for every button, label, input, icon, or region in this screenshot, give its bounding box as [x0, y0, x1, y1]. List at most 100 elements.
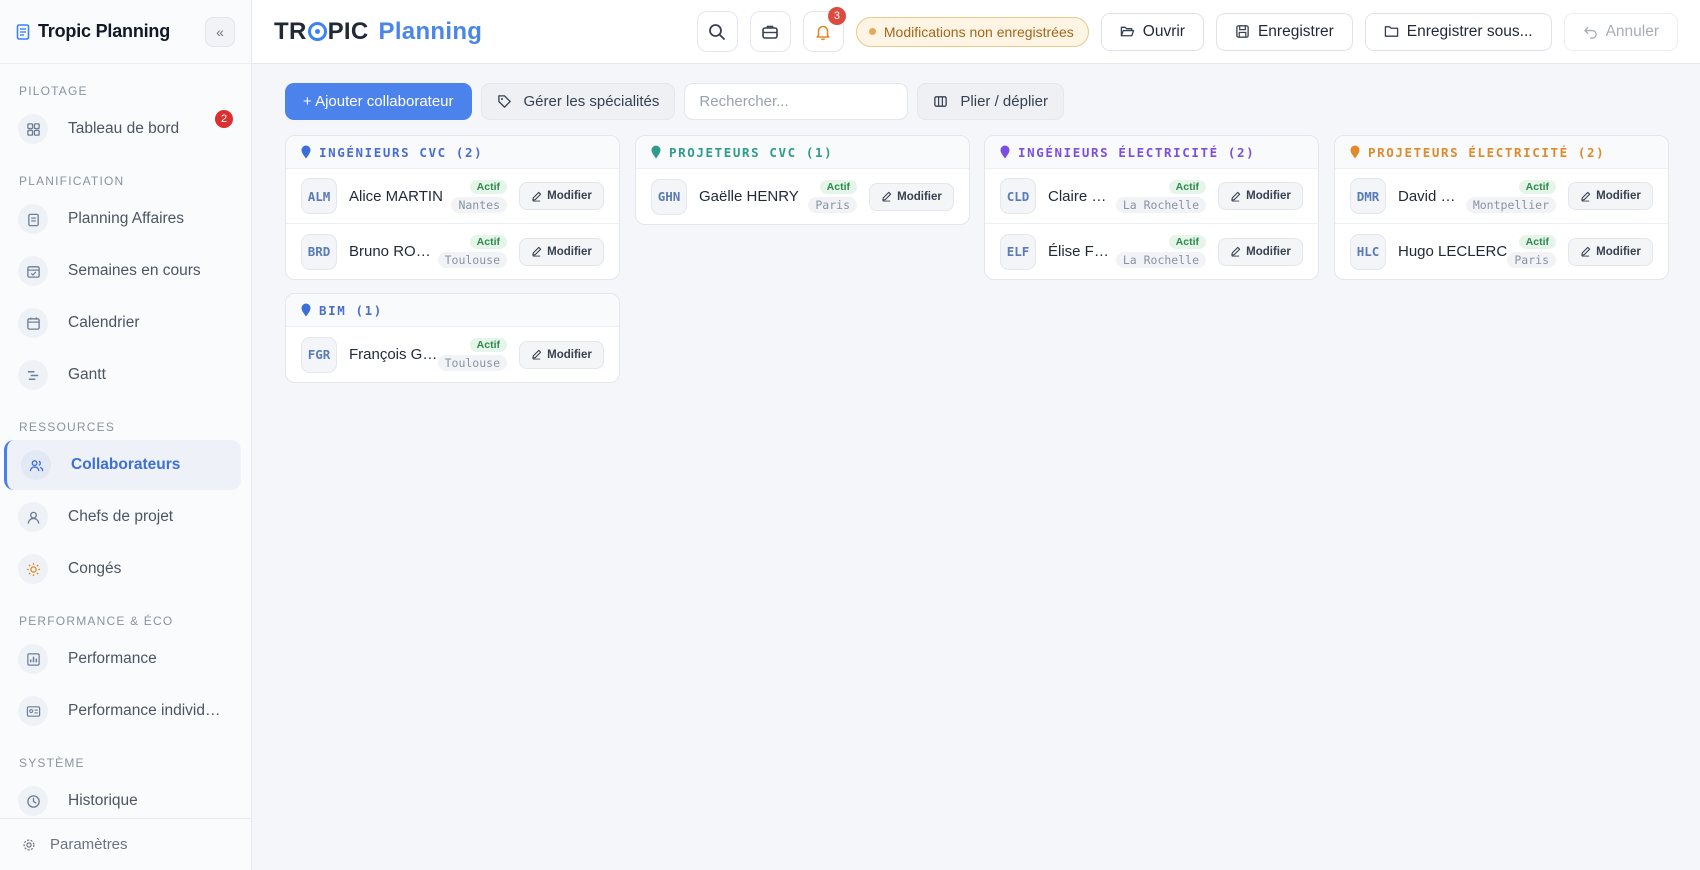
group-header[interactable]: PROJETEURS CVC (1) [636, 136, 969, 169]
open-button[interactable]: Ouvrir [1100, 12, 1204, 51]
group-title: BIM (1) [319, 302, 383, 318]
modify-button[interactable]: Modifier [1568, 182, 1653, 210]
avatar: BRD [301, 233, 337, 270]
modify-button[interactable]: Modifier [1568, 237, 1653, 266]
settings-link[interactable]: Paramètres [0, 818, 252, 870]
calendar-check-icon [18, 256, 48, 286]
collaborator-row[interactable]: GHN Gaëlle HENRY Actif Paris Modifier [636, 169, 969, 224]
sidebar-item-label: Semaines en cours [68, 262, 201, 279]
sidebar-item-chefs-de-projet[interactable]: Chefs de projet [4, 492, 241, 542]
modify-button[interactable]: Modifier [869, 182, 954, 211]
modify-button[interactable]: Modifier [519, 237, 604, 266]
modify-button[interactable]: Modifier [1218, 182, 1303, 210]
columns-icon [934, 96, 948, 107]
save-label: Enregistrer [1257, 22, 1334, 40]
brand-text-b: PIC [327, 17, 369, 45]
collaborator-row[interactable]: CLD Claire DUBOIS Actif La Rochelle Modifier [985, 169, 1318, 224]
collaborator-name: Gaëlle HENRY [699, 188, 799, 205]
sidebar-item-label: Collaborateurs [71, 456, 181, 473]
modify-label: Modifier [547, 348, 592, 361]
map-pin-icon [651, 145, 661, 159]
city-badge: Nantes [451, 196, 507, 213]
pencil-icon [1581, 246, 1591, 257]
collaborator-name: Alice MARTIN [349, 187, 443, 205]
status-badge: Actif [469, 338, 507, 352]
folder-open-icon [1120, 26, 1135, 37]
unsaved-changes-badge: Modifications non enregistrées [855, 16, 1089, 47]
fold-unfold-button[interactable]: Plier / déplier [917, 83, 1064, 120]
brand-text-a: TR [274, 17, 307, 45]
group-title: PROJETEURS CVC (1) [669, 144, 834, 160]
content-toolbar: + Ajouter collaborateur Gérer les spécia… [285, 83, 1064, 120]
undo-button[interactable]: Annuler [1563, 12, 1678, 51]
projects-button[interactable] [749, 11, 791, 52]
notifications-button[interactable]: 3 [802, 7, 846, 52]
modify-label: Modifier [547, 245, 592, 258]
collaborator-meta: Actif La Rochelle [1115, 179, 1206, 213]
collaborator-row[interactable]: DMR David MOREAU Actif Montpellier Modifier [1335, 169, 1668, 224]
modify-button[interactable]: Modifier [519, 340, 604, 369]
search-icon [709, 23, 726, 40]
save-as-button[interactable]: Enregistrer sous... [1364, 12, 1552, 51]
sidebar: Tropic Planning « PILOTAGE Tableau de bor… [0, 0, 252, 870]
group-title: INGÉNIEURS ÉLECTRICITÉ (2) [1018, 144, 1256, 160]
collaborator-row[interactable]: ALM Alice MARTIN Actif Nantes Modifier [286, 169, 619, 224]
status-dot-icon [868, 28, 876, 35]
modify-label: Modifier [897, 190, 942, 203]
sidebar-header: Tropic Planning « [0, 0, 251, 64]
sidebar-item-tableau-de-bord[interactable]: Tableau de bord 2 [4, 104, 241, 154]
id-card-icon [18, 696, 48, 726]
fold-unfold-label: Plier / déplier [960, 93, 1048, 110]
sidebar-item-conges[interactable]: Congés [4, 544, 241, 594]
sidebar-item-collaborateurs[interactable]: Collaborateurs [4, 440, 241, 490]
sidebar-item-planning-affaires[interactable]: Planning Affaires [4, 194, 241, 244]
sidebar-item-performance[interactable]: Performance [4, 634, 241, 684]
pencil-icon [532, 246, 542, 257]
history-icon [18, 786, 48, 816]
collaborator-row[interactable]: FGR François GIRARD Actif Toulouse Modifier [286, 327, 619, 382]
collaborator-row[interactable]: HLC Hugo LECLERC Actif Paris Modifier [1335, 224, 1668, 279]
collaborator-name: Élise FONTAINE [1048, 243, 1116, 260]
undo-label: Annuler [1605, 22, 1659, 40]
collaborator-row[interactable]: BRD Bruno ROUSSEAU Actif Toulouse Modifier [286, 224, 619, 279]
sidebar-item-badge: 2 [215, 110, 233, 128]
group-header[interactable]: INGÉNIEURS ÉLECTRICITÉ (2) [985, 136, 1318, 169]
sun-icon [18, 554, 48, 584]
pencil-icon [532, 349, 542, 360]
modify-button[interactable]: Modifier [519, 182, 604, 210]
map-pin-icon [1000, 145, 1010, 159]
specialty-group-card: INGÉNIEURS ÉLECTRICITÉ (2) CLD Claire DUBO… [984, 135, 1319, 280]
tag-icon [497, 95, 511, 108]
group-header[interactable]: INGÉNIEURS CVC (2) [286, 136, 619, 169]
collapse-sidebar-button[interactable]: « [205, 16, 235, 47]
sidebar-item-gantt[interactable]: Gantt [4, 350, 241, 400]
modify-label: Modifier [1246, 245, 1291, 258]
brand-text-c: Planning [378, 17, 483, 45]
modify-button[interactable]: Modifier [1218, 237, 1303, 266]
sidebar-item-calendrier[interactable]: Calendrier [4, 298, 241, 348]
sidebar-item-label: Planning Affaires [68, 210, 185, 227]
manage-specialties-button[interactable]: Gérer les spécialités [480, 83, 676, 120]
sidebar-item-performance-individuelle[interactable]: Performance individuelle [4, 686, 241, 736]
settings-label: Paramètres [50, 836, 128, 853]
group-header[interactable]: PROJETEURS ÉLECTRICITÉ (2) [1335, 136, 1668, 169]
avatar: HLC [1350, 233, 1386, 270]
save-button[interactable]: Enregistrer [1215, 12, 1353, 51]
city-badge: Paris [1507, 252, 1556, 268]
search-button[interactable] [696, 11, 738, 52]
status-badge: Actif [1518, 179, 1556, 194]
sidebar-item-semaines-en-cours[interactable]: Semaines en cours [4, 246, 241, 296]
collaborator-meta: Actif Paris [1507, 235, 1556, 268]
add-collaborator-button[interactable]: + Ajouter collaborateur [285, 83, 472, 120]
dashboard-icon [18, 114, 48, 144]
sidebar-section-heading: PLANIFICATION [19, 174, 125, 188]
search-input[interactable] [684, 83, 909, 120]
modify-label: Modifier [1596, 190, 1641, 202]
avatar: GHN [651, 178, 687, 215]
group-header[interactable]: BIM (1) [286, 294, 619, 327]
collaborator-meta: Actif Toulouse [437, 235, 507, 268]
sidebar-item-label: Calendrier [68, 314, 140, 331]
collaborator-row[interactable]: ELF Élise FONTAINE Actif La Rochelle Modifie… [985, 224, 1318, 279]
sidebar-section-heading: PILOTAGE [19, 84, 88, 98]
manage-specialties-label: Gérer les spécialités [523, 93, 660, 110]
